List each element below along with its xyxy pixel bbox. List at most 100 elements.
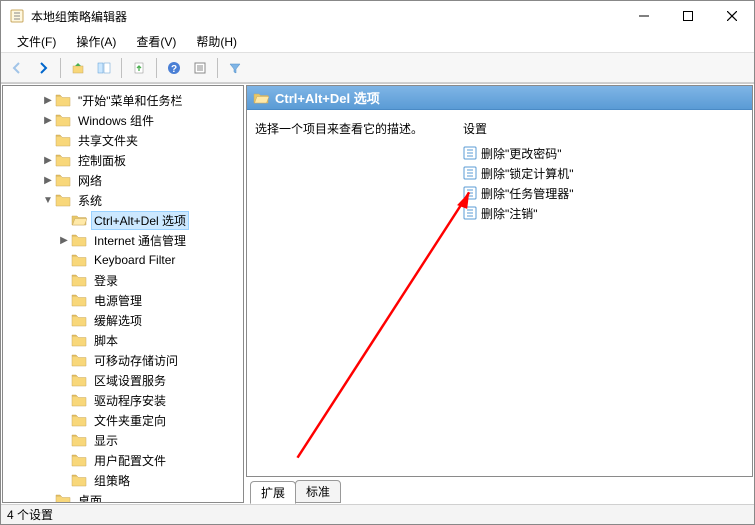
- folder-icon: [55, 133, 71, 147]
- menu-file[interactable]: 文件(F): [7, 31, 66, 52]
- folder-icon: [55, 173, 71, 187]
- tree-node[interactable]: ▶区域设置服务: [3, 370, 243, 390]
- setting-item-label: 删除"注销": [481, 205, 538, 222]
- window-title: 本地组策略编辑器: [31, 8, 622, 25]
- chevron-down-icon[interactable]: ▼: [41, 195, 55, 206]
- tree-node-label: 登录: [91, 271, 121, 290]
- setting-item[interactable]: 删除"注销": [463, 203, 744, 223]
- tree-node[interactable]: ▶网络: [3, 170, 243, 190]
- properties-button[interactable]: [188, 56, 212, 80]
- chevron-right-icon[interactable]: ▶: [41, 95, 55, 106]
- setting-item-icon: [463, 146, 477, 160]
- window-controls: [622, 1, 754, 31]
- tree-node[interactable]: ▶Internet 通信管理: [3, 230, 243, 250]
- setting-item[interactable]: 删除"更改密码": [463, 143, 744, 163]
- setting-item-label: 删除"任务管理器": [481, 185, 574, 202]
- export-button[interactable]: [127, 56, 151, 80]
- statusbar: 4 个设置: [1, 504, 754, 524]
- setting-item-icon: [463, 186, 477, 200]
- folder-open-icon: [253, 91, 269, 105]
- tree-node-label: 系统: [75, 191, 105, 210]
- main-window: 本地组策略编辑器 文件(F) 操作(A) 查看(V) 帮助(H): [0, 0, 755, 525]
- tree-node[interactable]: ▶ "开始"菜单和任务栏: [3, 90, 243, 110]
- tree-node-label: 驱动程序安装: [91, 391, 169, 410]
- tree-node[interactable]: ▶用户配置文件: [3, 450, 243, 470]
- tabs-row: 扩展 标准: [246, 479, 753, 503]
- folder-icon: [71, 333, 87, 347]
- tree-node[interactable]: ▶文件夹重定向: [3, 410, 243, 430]
- details-header-bar: Ctrl+Alt+Del 选项: [247, 86, 752, 110]
- tree-node-label: 区域设置服务: [91, 371, 169, 390]
- tree-node[interactable]: ▶驱动程序安装: [3, 390, 243, 410]
- tree-node-label: "开始"菜单和任务栏: [75, 91, 186, 110]
- folder-icon: [71, 453, 87, 467]
- menu-help[interactable]: 帮助(H): [186, 31, 247, 52]
- menubar: 文件(F) 操作(A) 查看(V) 帮助(H): [1, 31, 754, 53]
- folder-icon: [71, 293, 87, 307]
- tree-node[interactable]: ▶Keyboard Filter: [3, 250, 243, 270]
- details-area: Ctrl+Alt+Del 选项 选择一个项目来查看它的描述。 设置 删除"更改密…: [246, 85, 753, 477]
- minimize-button[interactable]: [622, 1, 666, 31]
- maximize-button[interactable]: [666, 1, 710, 31]
- folder-icon: [55, 493, 71, 503]
- statusbar-text: 4 个设置: [7, 506, 53, 523]
- tree-node[interactable]: ▶显示: [3, 430, 243, 450]
- tree-node[interactable]: ▶共享文件夹: [3, 130, 243, 150]
- filter-button[interactable]: [223, 56, 247, 80]
- details-body: 选择一个项目来查看它的描述。 设置 删除"更改密码"删除"锁定计算机"删除"任务…: [247, 110, 752, 476]
- folder-icon: [71, 253, 87, 267]
- setting-item[interactable]: 删除"任务管理器": [463, 183, 744, 203]
- close-button[interactable]: [710, 1, 754, 31]
- setting-item-label: 删除"锁定计算机": [481, 165, 574, 182]
- folder-icon: [55, 113, 71, 127]
- tree-node[interactable]: ▶电源管理: [3, 290, 243, 310]
- tree-node-label: 显示: [91, 431, 121, 450]
- toolbar: ?: [1, 53, 754, 83]
- help-button[interactable]: ?: [162, 56, 186, 80]
- setting-item[interactable]: 删除"锁定计算机": [463, 163, 744, 183]
- chevron-right-icon[interactable]: ▶: [41, 175, 55, 186]
- show-hide-tree-button[interactable]: [92, 56, 116, 80]
- tab-extended[interactable]: 扩展: [250, 481, 296, 504]
- folder-icon: [55, 93, 71, 107]
- tree-node-label: 控制面板: [75, 151, 129, 170]
- folder-icon: [71, 413, 87, 427]
- folder-icon: [71, 353, 87, 367]
- chevron-right-icon[interactable]: ▶: [57, 235, 71, 246]
- folder-icon: [71, 393, 87, 407]
- setting-item-icon: [463, 166, 477, 180]
- tree-node[interactable]: ▶ 控制面板: [3, 150, 243, 170]
- folder-icon: [71, 373, 87, 387]
- menu-action[interactable]: 操作(A): [66, 31, 126, 52]
- forward-button[interactable]: [31, 56, 55, 80]
- tree-pane[interactable]: ▶"开始"菜单和任务栏▶Windows 组件▶共享文件夹▶控制面板▶网络▼系统▶…: [2, 85, 244, 503]
- tree-node[interactable]: ▶组策略: [3, 470, 243, 490]
- settings-header[interactable]: 设置: [463, 120, 744, 137]
- tree-node-label: 脚本: [91, 331, 121, 350]
- tree-node-label: 电源管理: [91, 291, 145, 310]
- tree-node[interactable]: ▶桌面: [3, 490, 243, 503]
- tree-node[interactable]: ▶脚本: [3, 330, 243, 350]
- folder-icon: [71, 213, 87, 227]
- back-button[interactable]: [5, 56, 29, 80]
- tree-node-label: 缓解选项: [91, 311, 145, 330]
- tree-node-label: 桌面: [75, 491, 105, 504]
- setting-item-label: 删除"更改密码": [481, 145, 562, 162]
- details-header-text: Ctrl+Alt+Del 选项: [275, 88, 380, 107]
- tree-node[interactable]: ▶登录: [3, 270, 243, 290]
- menu-view[interactable]: 查看(V): [126, 31, 186, 52]
- up-level-button[interactable]: [66, 56, 90, 80]
- chevron-right-icon[interactable]: ▶: [41, 155, 55, 166]
- folder-icon: [71, 273, 87, 287]
- tree-node[interactable]: ▶Windows 组件: [3, 110, 243, 130]
- tree-node-label: 组策略: [91, 471, 133, 490]
- tree-node[interactable]: ▶可移动存储访问: [3, 350, 243, 370]
- tree-node[interactable]: ▶缓解选项: [3, 310, 243, 330]
- tree-node-label: 共享文件夹: [75, 131, 141, 150]
- svg-text:?: ?: [171, 64, 177, 75]
- tab-standard[interactable]: 标准: [295, 480, 341, 503]
- tree-node[interactable]: ▶Ctrl+Alt+Del 选项: [3, 210, 243, 230]
- tree-node[interactable]: ▼ 系统: [3, 190, 243, 210]
- chevron-right-icon[interactable]: ▶: [41, 115, 55, 126]
- folder-icon: [55, 153, 71, 167]
